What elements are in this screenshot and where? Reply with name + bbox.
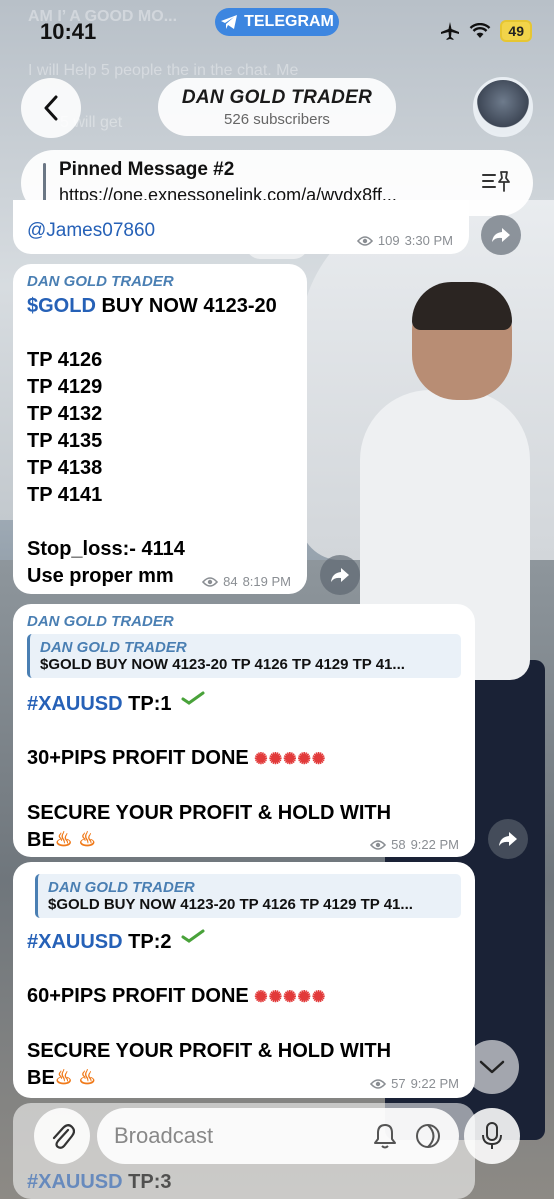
- back-button[interactable]: [21, 78, 81, 138]
- sparkle-icon: ✺✺✺✺✺: [254, 989, 327, 1006]
- hashtag-link[interactable]: #XAUUSD: [27, 693, 123, 715]
- eye-icon: [370, 1078, 387, 1089]
- message-line: $GOLD BUY NOW 4123-20: [27, 295, 277, 317]
- reply-text: $GOLD BUY NOW 4123-20 TP 4126 TP 4129 TP…: [48, 896, 413, 913]
- message-line: TP 4141: [27, 484, 103, 506]
- microphone-icon: [482, 1122, 502, 1149]
- message-line: SECURE YOUR PROFIT & HOLD WITH: [27, 802, 392, 824]
- message-meta: 58 9:22 PM: [370, 837, 459, 852]
- attach-button[interactable]: [34, 1108, 90, 1164]
- message-meta: 84 8:19 PM: [202, 574, 291, 589]
- status-bar: 10:41 TELEGRAM 49: [0, 0, 554, 66]
- message-line: 60+PIPS PROFIT DONE ✺✺✺✺✺: [27, 985, 327, 1007]
- message-time: 3:30 PM: [404, 233, 453, 248]
- bell-icon[interactable]: [373, 1122, 397, 1150]
- check-mark-icon: [181, 691, 205, 705]
- pin-list-icon[interactable]: [481, 170, 511, 194]
- message-time: 9:22 PM: [410, 1076, 459, 1091]
- message-line: #XAUUSD TP:2: [27, 929, 391, 956]
- paperclip-icon: [52, 1124, 75, 1149]
- telegram-pill[interactable]: TELEGRAM: [215, 8, 339, 36]
- message-line: Stop_loss:- 4114: [27, 538, 185, 560]
- fire-icon: ♨ ♨: [54, 829, 97, 851]
- channel-header[interactable]: DAN GOLD TRADER 526 subscribers: [158, 78, 396, 136]
- sparkle-icon: ✺✺✺✺✺: [254, 751, 327, 768]
- forward-icon: [331, 568, 349, 582]
- forward-icon: [492, 228, 510, 242]
- view-count: 84: [223, 574, 238, 589]
- hashtag-link[interactable]: #XAUUSD: [27, 931, 123, 953]
- view-count: 57: [391, 1076, 406, 1091]
- message-line: #XAUUSD TP:3: [27, 1171, 172, 1193]
- eye-icon: [370, 839, 387, 850]
- message-line: 30+PIPS PROFIT DONE ✺✺✺✺✺: [27, 747, 327, 769]
- fire-icon: ♨ ♨: [54, 1067, 97, 1089]
- message-time: 9:22 PM: [410, 837, 459, 852]
- message-meta: 109 3:30 PM: [356, 233, 453, 248]
- forward-button[interactable]: [481, 215, 521, 255]
- ticker-tag[interactable]: $GOLD: [27, 295, 96, 317]
- message-line: TP 4132: [27, 403, 103, 425]
- eye-icon: [202, 576, 219, 587]
- message-line: TP 4138: [27, 457, 103, 479]
- chevron-down-icon: [479, 1060, 505, 1074]
- subscriber-count: 526 subscribers: [224, 111, 330, 128]
- message-bubble[interactable]: @James07860 109 3:30 PM: [13, 200, 469, 254]
- channel-name: DAN GOLD TRADER: [181, 87, 373, 108]
- message-sender: DAN GOLD TRADER: [27, 273, 174, 290]
- message-bubble[interactable]: DAN GOLD TRADER DAN GOLD TRADER $GOLD BU…: [13, 604, 475, 857]
- eye-icon: [356, 235, 373, 246]
- message-sender: DAN GOLD TRADER: [27, 613, 174, 630]
- clock: 10:41: [40, 19, 97, 44]
- chevron-left-icon: [44, 95, 58, 121]
- pinned-title: Pinned Message #2: [59, 159, 235, 180]
- message-line: #XAUUSD TP:1: [27, 691, 391, 718]
- reply-preview[interactable]: DAN GOLD TRADER $GOLD BUY NOW 4123-20 TP…: [27, 634, 461, 678]
- check-mark-icon: [181, 929, 205, 943]
- moon-icon[interactable]: [415, 1122, 441, 1150]
- forward-button[interactable]: [320, 555, 360, 595]
- battery-indicator: 49: [500, 20, 532, 42]
- broadcast-placeholder: Broadcast: [114, 1123, 214, 1148]
- message-line: SECURE YOUR PROFIT & HOLD WITH: [27, 1040, 392, 1062]
- wifi-icon: [470, 23, 491, 38]
- view-count: 109: [377, 233, 400, 248]
- airplane-icon: [441, 22, 460, 40]
- message-line: TP 4135: [27, 430, 103, 452]
- message-line: TP 4126: [27, 349, 103, 371]
- message-meta: 57 9:22 PM: [370, 1076, 459, 1091]
- view-count: 58: [391, 837, 406, 852]
- message-bubble[interactable]: DAN GOLD TRADER $GOLD BUY NOW 4123-20 TP…: [13, 862, 475, 1098]
- microphone-button[interactable]: [464, 1108, 520, 1164]
- hashtag-link[interactable]: #XAUUSD: [27, 1171, 123, 1193]
- reply-sender: DAN GOLD TRADER: [40, 639, 187, 656]
- scroll-down-button[interactable]: [465, 1040, 519, 1094]
- forward-button[interactable]: [488, 819, 528, 859]
- channel-avatar[interactable]: [473, 77, 533, 137]
- telegram-pill-label: TELEGRAM: [244, 13, 334, 30]
- message-line: BE♨ ♨: [27, 829, 97, 851]
- mention-link[interactable]: @James07860: [27, 220, 155, 242]
- date-separator: Today: [246, 231, 308, 259]
- forward-icon: [499, 832, 517, 846]
- message-line: TP 4129: [27, 376, 103, 398]
- message-time: 8:19 PM: [242, 574, 291, 589]
- reply-preview[interactable]: DAN GOLD TRADER $GOLD BUY NOW 4123-20 TP…: [35, 874, 461, 918]
- message-line: BE♨ ♨: [27, 1067, 97, 1089]
- message-bubble[interactable]: DAN GOLD TRADER $GOLD BUY NOW 4123-20 TP…: [13, 264, 307, 594]
- telegram-icon: [221, 15, 238, 29]
- reply-sender: DAN GOLD TRADER: [48, 879, 195, 896]
- reply-text: $GOLD BUY NOW 4123-20 TP 4126 TP 4129 TP…: [40, 656, 405, 673]
- broadcast-input[interactable]: Broadcast: [97, 1108, 459, 1164]
